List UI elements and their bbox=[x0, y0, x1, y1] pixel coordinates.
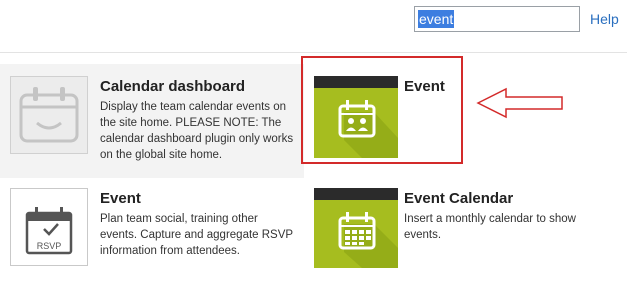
highlight-frame bbox=[301, 56, 463, 164]
calendar-check-icon bbox=[10, 76, 88, 154]
search-input-value[interactable]: event bbox=[418, 10, 455, 28]
rsvp-label: RSVP bbox=[37, 241, 62, 251]
tile-calendar-dashboard[interactable]: Calendar dashboard Display the team cale… bbox=[0, 64, 304, 178]
help-link[interactable]: Help bbox=[590, 11, 619, 27]
top-bar: event Help bbox=[0, 0, 627, 53]
calendar-rsvp-icon: RSVP bbox=[10, 188, 88, 266]
tile-title: Event bbox=[100, 190, 141, 207]
tile-title: Calendar dashboard bbox=[100, 78, 246, 95]
tile-event-rsvp[interactable]: RSVP Event Plan team social, training ot… bbox=[0, 178, 304, 278]
pointer-arrow-icon bbox=[476, 87, 563, 119]
tile-title: Event Calendar bbox=[404, 190, 514, 207]
tile-description: Insert a monthly calendar to show events… bbox=[404, 213, 576, 241]
tile-event-calendar[interactable]: Event Calendar Insert a monthly calendar… bbox=[304, 178, 627, 278]
tile-description: Plan team social, training other events.… bbox=[100, 213, 293, 257]
calendar-grid-icon bbox=[314, 188, 398, 268]
tile-description: Display the team calendar events on the … bbox=[100, 101, 294, 161]
